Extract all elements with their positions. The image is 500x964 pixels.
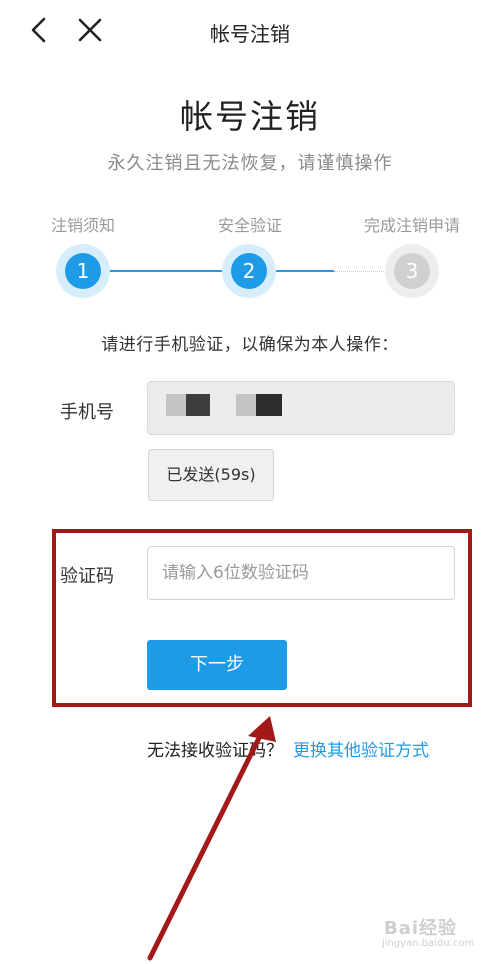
watermark-url: jingyan.baidu.com [382, 938, 475, 949]
step-connector-2-progress [276, 270, 334, 272]
resend-code-button[interactable]: 已发送(59s) [148, 449, 274, 501]
account-cancellation-page: 帐号注销 帐号注销 永久注销且无法恢复，请谨慎操作 注销须知 安全验证 完成注销… [0, 0, 500, 964]
step-1-number: 1 [65, 253, 101, 289]
code-label: 验证码 [60, 566, 114, 587]
phone-number-field [147, 381, 455, 435]
page-title: 帐号注销 [210, 22, 290, 46]
step-2-indicator: 2 [222, 244, 276, 298]
verification-instruction: 请进行手机验证，以确保为本人操作： [101, 335, 399, 355]
step-3-indicator: 3 [385, 244, 439, 298]
main-heading: 帐号注销 [180, 97, 320, 136]
verification-code-input[interactable] [147, 546, 455, 600]
switch-verification-method-link[interactable]: 更换其他验证方式 [293, 741, 429, 761]
watermark-main-text: Bai经验 [384, 918, 458, 939]
masked-digits-4 [256, 394, 282, 416]
help-line: 无法接收验证码？ 更换其他验证方式 [147, 736, 429, 761]
phone-label: 手机号 [60, 402, 114, 423]
masked-digits-3 [236, 394, 256, 416]
step-connector-1 [108, 270, 222, 272]
step-connector-2-pending [334, 271, 388, 272]
top-bar: 帐号注销 [0, 0, 500, 60]
next-step-button[interactable]: 下一步 [147, 640, 287, 690]
step-2-number: 2 [231, 253, 267, 289]
cannot-receive-text: 无法接收验证码？ [147, 741, 283, 761]
masked-digits-2 [186, 394, 210, 416]
step-label-verify: 安全验证 [217, 216, 282, 235]
step-label-complete: 完成注销申请 [363, 216, 460, 235]
step-1-indicator: 1 [56, 244, 110, 298]
step-3-number: 3 [394, 253, 430, 289]
step-label-notice: 注销须知 [50, 216, 115, 235]
warning-subtitle: 永久注销且无法恢复，请谨慎操作 [107, 153, 393, 174]
watermark-logo: Bai经验 jingyan.baidu.com [368, 910, 483, 954]
masked-digits-1 [166, 394, 186, 416]
